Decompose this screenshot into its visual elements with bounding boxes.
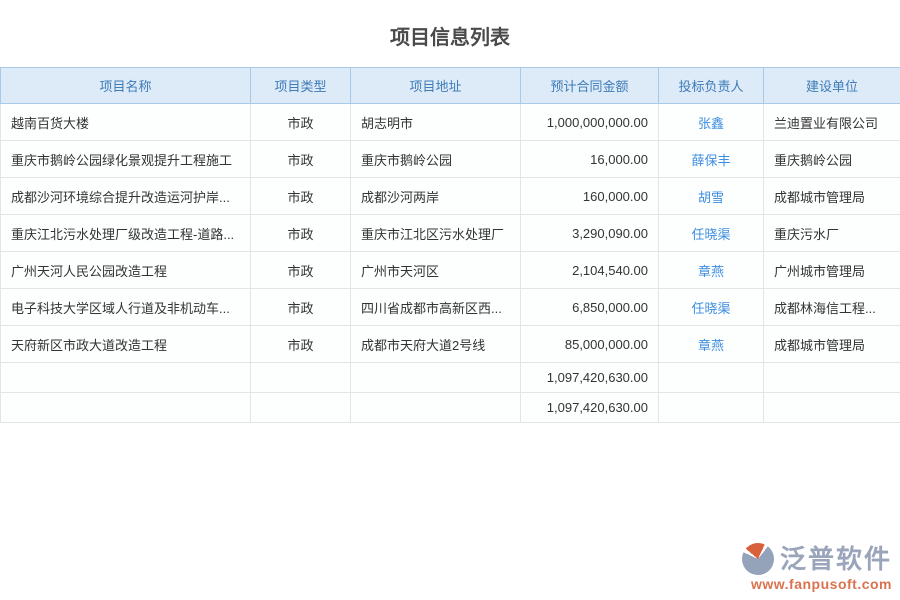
cell-unit: 兰迪置业有限公司	[764, 104, 900, 141]
manager-link[interactable]: 薛保丰	[691, 153, 730, 168]
summary-empty-cell	[659, 393, 764, 423]
cell-unit: 成都城市管理局	[764, 178, 900, 215]
cell-address: 重庆市鹅岭公园	[351, 141, 521, 178]
column-header-address: 项目地址	[351, 68, 521, 104]
summary-row: 1,097,420,630.00	[1, 363, 900, 393]
summary-amount: 1,097,420,630.00	[521, 363, 659, 393]
summary-row: 1,097,420,630.00	[1, 393, 900, 423]
cell-unit: 成都城市管理局	[764, 326, 900, 363]
cell-name: 越南百货大楼	[1, 104, 251, 141]
summary-empty-cell	[764, 363, 900, 393]
cell-amount: 3,290,090.00	[521, 215, 659, 252]
column-header-name: 项目名称	[1, 68, 251, 104]
page-title: 项目信息列表	[0, 0, 900, 50]
cell-address: 重庆市江北区污水处理厂	[351, 215, 521, 252]
cell-name: 广州天河人民公园改造工程	[1, 252, 251, 289]
manager-link[interactable]: 胡雪	[698, 190, 724, 205]
table-row: 重庆江北污水处理厂级改造工程-道路...市政重庆市江北区污水处理厂3,290,0…	[1, 215, 900, 252]
cell-type: 市政	[251, 326, 351, 363]
cell-name: 重庆江北污水处理厂级改造工程-道路...	[1, 215, 251, 252]
manager-link[interactable]: 章燕	[698, 338, 724, 353]
cell-manager: 薛保丰	[659, 141, 764, 178]
table-row: 成都沙河环境综合提升改造运河护岸...市政成都沙河两岸160,000.00 胡雪 成…	[1, 178, 900, 215]
table-row: 重庆市鹅岭公园绿化景观提升工程施工市政重庆市鹅岭公园16,000.00 薛保丰 重庆…	[1, 141, 900, 178]
cell-manager: 章燕	[659, 252, 764, 289]
summary-empty-cell	[251, 393, 351, 423]
column-header-type: 项目类型	[251, 68, 351, 104]
summary-empty-cell	[1, 393, 251, 423]
fanpu-logo-icon	[742, 543, 774, 575]
header-row: 项目名称项目类型项目地址预计合同金额投标负责人建设单位	[1, 68, 900, 104]
table-row: 天府新区市政大道改造工程市政成都市天府大道2号线85,000,000.00 章燕 成…	[1, 326, 900, 363]
cell-type: 市政	[251, 104, 351, 141]
cell-address: 广州市天河区	[351, 252, 521, 289]
cell-name: 成都沙河环境综合提升改造运河护岸...	[1, 178, 251, 215]
cell-amount: 16,000.00	[521, 141, 659, 178]
summary-empty-cell	[351, 393, 521, 423]
fanpu-watermark: 泛普软件 www.fanpusoft.com	[742, 543, 892, 592]
manager-link[interactable]: 章燕	[698, 264, 724, 279]
cell-manager: 章燕	[659, 326, 764, 363]
cell-address: 成都市天府大道2号线	[351, 326, 521, 363]
project-info-table: 项目名称项目类型项目地址预计合同金额投标负责人建设单位 越南百货大楼市政胡志明市…	[0, 67, 900, 423]
cell-manager: 任晓渠	[659, 289, 764, 326]
manager-link[interactable]: 任晓渠	[691, 301, 730, 316]
cell-amount: 85,000,000.00	[521, 326, 659, 363]
fanpu-brand-text: 泛普软件	[780, 544, 892, 574]
table-row: 电子科技大学区域人行道及非机动车...市政四川省成都市高新区西...6,850,…	[1, 289, 900, 326]
fanpu-site-url: www.fanpusoft.com	[742, 576, 892, 592]
cell-unit: 重庆鹅岭公园	[764, 141, 900, 178]
cell-amount: 2,104,540.00	[521, 252, 659, 289]
cell-manager: 胡雪	[659, 178, 764, 215]
cell-type: 市政	[251, 289, 351, 326]
cell-name: 重庆市鹅岭公园绿化景观提升工程施工	[1, 141, 251, 178]
cell-unit: 广州城市管理局	[764, 252, 900, 289]
manager-link[interactable]: 任晓渠	[691, 227, 730, 242]
cell-name: 电子科技大学区域人行道及非机动车...	[1, 289, 251, 326]
cell-address: 成都沙河两岸	[351, 178, 521, 215]
manager-link[interactable]: 张鑫	[698, 116, 724, 131]
cell-amount: 160,000.00	[521, 178, 659, 215]
cell-type: 市政	[251, 141, 351, 178]
summary-empty-cell	[1, 363, 251, 393]
cell-manager: 任晓渠	[659, 215, 764, 252]
cell-type: 市政	[251, 178, 351, 215]
column-header-unit: 建设单位	[764, 68, 900, 104]
cell-amount: 1,000,000,000.00	[521, 104, 659, 141]
cell-manager: 张鑫	[659, 104, 764, 141]
cell-unit: 成都林海信工程...	[764, 289, 900, 326]
cell-address: 胡志明市	[351, 104, 521, 141]
column-header-amount: 预计合同金额	[521, 68, 659, 104]
summary-empty-cell	[351, 363, 521, 393]
table-body: 越南百货大楼市政胡志明市1,000,000,000.00张鑫兰迪置业有限公司重庆…	[1, 104, 900, 423]
cell-type: 市政	[251, 215, 351, 252]
summary-empty-cell	[764, 393, 900, 423]
summary-empty-cell	[659, 363, 764, 393]
table-row: 广州天河人民公园改造工程市政广州市天河区2,104,540.00 章燕 广州城市管理…	[1, 252, 900, 289]
summary-empty-cell	[251, 363, 351, 393]
summary-amount: 1,097,420,630.00	[521, 393, 659, 423]
cell-address: 四川省成都市高新区西...	[351, 289, 521, 326]
cell-name: 天府新区市政大道改造工程	[1, 326, 251, 363]
cell-type: 市政	[251, 252, 351, 289]
cell-unit: 重庆污水厂	[764, 215, 900, 252]
column-header-manager: 投标负责人	[659, 68, 764, 104]
table-row: 越南百货大楼市政胡志明市1,000,000,000.00 张鑫 兰迪置业有限公司	[1, 104, 900, 141]
cell-amount: 6,850,000.00	[521, 289, 659, 326]
